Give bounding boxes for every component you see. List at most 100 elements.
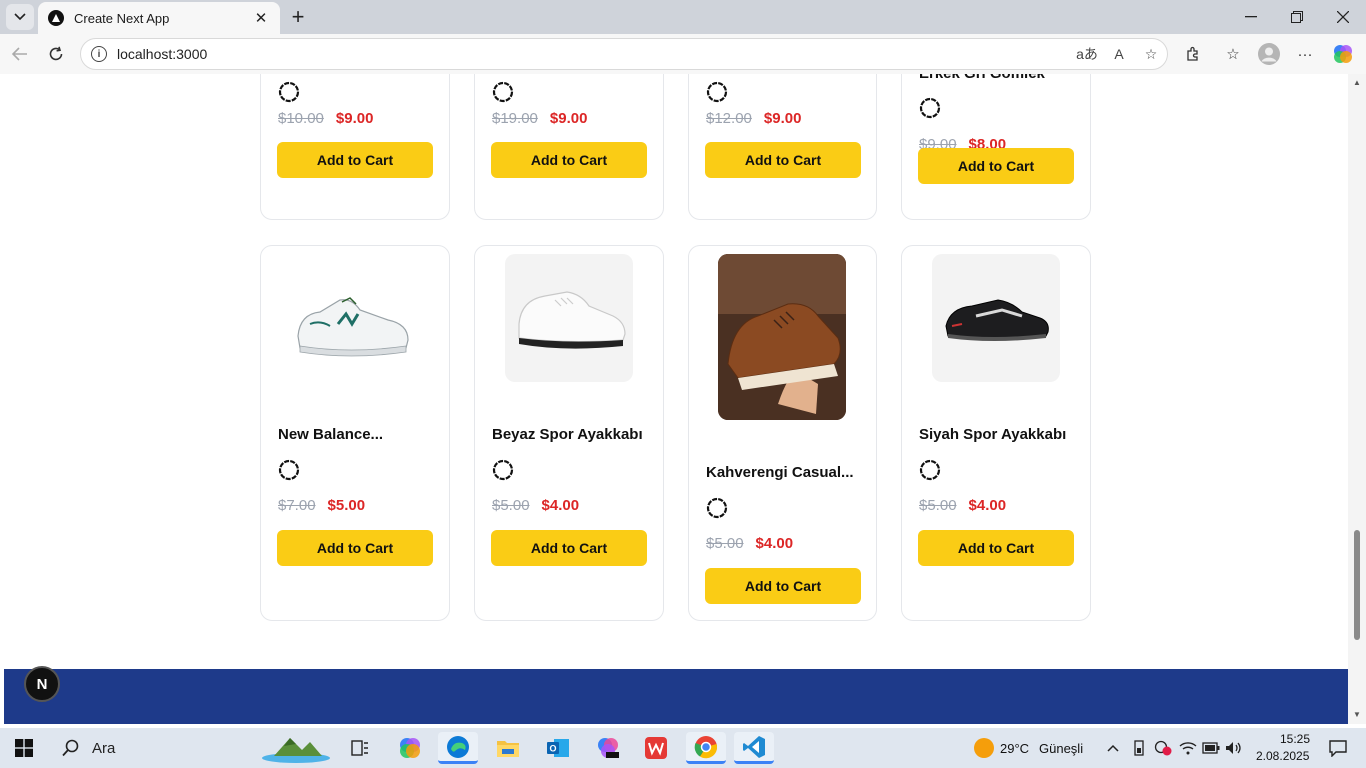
rating-badge-icon [278, 459, 300, 481]
sale-price: $4.00 [968, 497, 1007, 514]
add-to-cart-button[interactable]: Add to Cart [277, 142, 433, 178]
weather-temp[interactable]: 29°C [1000, 741, 1029, 756]
price-row: $10.00 $9.00 [278, 110, 373, 127]
add-to-cart-button[interactable]: Add to Cart [918, 530, 1074, 566]
immersive-reader-icon[interactable]: aあ [1071, 40, 1103, 68]
product-name: Erkek Gri Gömlek [919, 74, 1045, 82]
page-scrollbar[interactable]: ▲ ▼ [1348, 74, 1366, 724]
chrome-icon[interactable] [686, 732, 726, 764]
price-row: $5.00 $4.00 [706, 535, 793, 552]
product-card: Beyaz Spor Ayakkabı $5.00 $4.00 Add to C… [474, 245, 664, 621]
add-to-cart-button[interactable]: Add to Cart [491, 142, 647, 178]
volume-icon[interactable] [1222, 732, 1246, 764]
notifications-icon[interactable] [1318, 732, 1358, 764]
brown-casual-shoe-image [718, 254, 846, 420]
back-button[interactable] [6, 40, 34, 68]
tab-close-icon[interactable]: ✕ [252, 9, 270, 27]
vpn-warning-icon[interactable] [1152, 732, 1174, 764]
close-window-button[interactable] [1320, 0, 1366, 34]
rating-badge-icon [706, 497, 728, 519]
battery-device-icon[interactable] [1128, 732, 1150, 764]
windows-start-icon[interactable] [4, 732, 44, 764]
chevron-down-icon [14, 13, 26, 21]
old-price: $10.00 [278, 110, 324, 127]
browser-tab[interactable]: Create Next App ✕ [38, 2, 280, 34]
browser-toolbar: i localhost:3000 aあ A ☆ ☆ ··· [0, 34, 1366, 74]
white-green-sneaker-image [297, 297, 409, 357]
info-icon[interactable]: i [91, 46, 107, 62]
chevron-up-icon[interactable] [1100, 732, 1126, 764]
product-name: Kahverengi Casual... [706, 464, 854, 481]
profile-avatar-icon[interactable] [1254, 40, 1284, 68]
task-view-icon[interactable] [340, 732, 380, 764]
product-image[interactable] [505, 254, 633, 382]
browser-titlebar: Create Next App ✕ + [0, 0, 1366, 34]
svg-text:O: O [549, 744, 556, 754]
product-card: $19.00 $9.00 Add to Cart [474, 74, 664, 220]
battery-icon[interactable] [1200, 732, 1222, 764]
wps-office-icon[interactable] [636, 732, 676, 764]
site-footer [4, 669, 1348, 724]
favorites-icon[interactable]: ☆ [1218, 40, 1248, 68]
product-image[interactable] [290, 254, 418, 398]
copilot-icon[interactable] [1328, 40, 1358, 68]
clock-date[interactable]: 2.08.2025 [1256, 749, 1309, 763]
file-explorer-icon[interactable] [488, 732, 528, 764]
favorite-star-icon[interactable]: ☆ [1135, 40, 1167, 68]
white-sneaker-image [518, 291, 626, 349]
vscode-icon[interactable] [734, 732, 774, 764]
old-price: $12.00 [706, 110, 752, 127]
url-text[interactable]: localhost:3000 [117, 46, 1071, 62]
product-card: $10.00 $9.00 Add to Cart [260, 74, 450, 220]
tab-actions-button[interactable] [6, 4, 34, 30]
old-price: $5.00 [706, 535, 744, 552]
rating-badge-icon [492, 81, 514, 103]
sale-price: $9.00 [549, 110, 588, 127]
add-to-cart-button[interactable]: Add to Cart [705, 568, 861, 604]
add-to-cart-button[interactable]: Add to Cart [491, 530, 647, 566]
nextjs-dev-indicator[interactable]: N [24, 666, 60, 702]
search-icon [62, 739, 79, 757]
product-card: Erkek Gri Gömlek $9.00 $8.00 Add to Cart [901, 74, 1091, 220]
scroll-up-icon[interactable]: ▲ [1352, 78, 1362, 88]
clock-time[interactable]: 15:25 [1280, 732, 1310, 746]
windows-taskbar: Ara O 29°C Güneşli 15:25 2.08.2025 [0, 728, 1366, 768]
address-bar[interactable]: i localhost:3000 aあ A ☆ [80, 38, 1168, 70]
search-highlight-island-icon[interactable] [258, 732, 334, 764]
sale-price: $4.00 [755, 535, 794, 552]
outlook-icon[interactable]: O [538, 732, 578, 764]
product-image[interactable] [932, 254, 1060, 382]
refresh-button[interactable] [42, 40, 70, 68]
more-options-icon[interactable]: ··· [1290, 40, 1320, 68]
sale-price: $4.00 [541, 497, 580, 514]
read-aloud-icon[interactable]: A [1103, 40, 1135, 68]
scroll-thumb[interactable] [1354, 530, 1360, 640]
copilot-msgs-icon[interactable] [588, 732, 628, 764]
price-row: $19.00 $9.00 [492, 110, 587, 127]
tab-title: Create Next App [74, 10, 170, 26]
sale-price: $9.00 [763, 110, 802, 127]
price-row: $7.00 $5.00 [278, 497, 365, 514]
price-row: $5.00 $4.00 [492, 497, 579, 514]
product-image[interactable] [718, 254, 846, 420]
copilot-taskbar-icon[interactable] [390, 732, 430, 764]
add-to-cart-button[interactable]: Add to Cart [705, 142, 861, 178]
edge-browser-icon[interactable] [438, 732, 478, 764]
add-to-cart-button[interactable]: Add to Cart [277, 530, 433, 566]
wifi-icon[interactable] [1176, 732, 1200, 764]
product-name: Beyaz Spor Ayakkabı [492, 426, 643, 443]
minimize-button[interactable] [1228, 0, 1274, 34]
black-sneaker-image [945, 299, 1049, 341]
add-to-cart-button[interactable]: Add to Cart [918, 148, 1074, 184]
old-price: $5.00 [492, 497, 530, 514]
weather-condition[interactable]: Güneşli [1039, 741, 1083, 756]
sale-price: $9.00 [335, 110, 374, 127]
old-price: $5.00 [919, 497, 957, 514]
new-tab-button[interactable]: + [286, 4, 310, 29]
product-card: New Balance... $7.00 $5.00 Add to Cart [260, 245, 450, 621]
product-name: Siyah Spor Ayakkabı [919, 426, 1067, 443]
scroll-down-icon[interactable]: ▼ [1352, 710, 1362, 720]
extensions-icon[interactable] [1178, 40, 1208, 68]
restore-button[interactable] [1274, 0, 1320, 34]
weather-sun-icon[interactable] [964, 732, 1004, 764]
